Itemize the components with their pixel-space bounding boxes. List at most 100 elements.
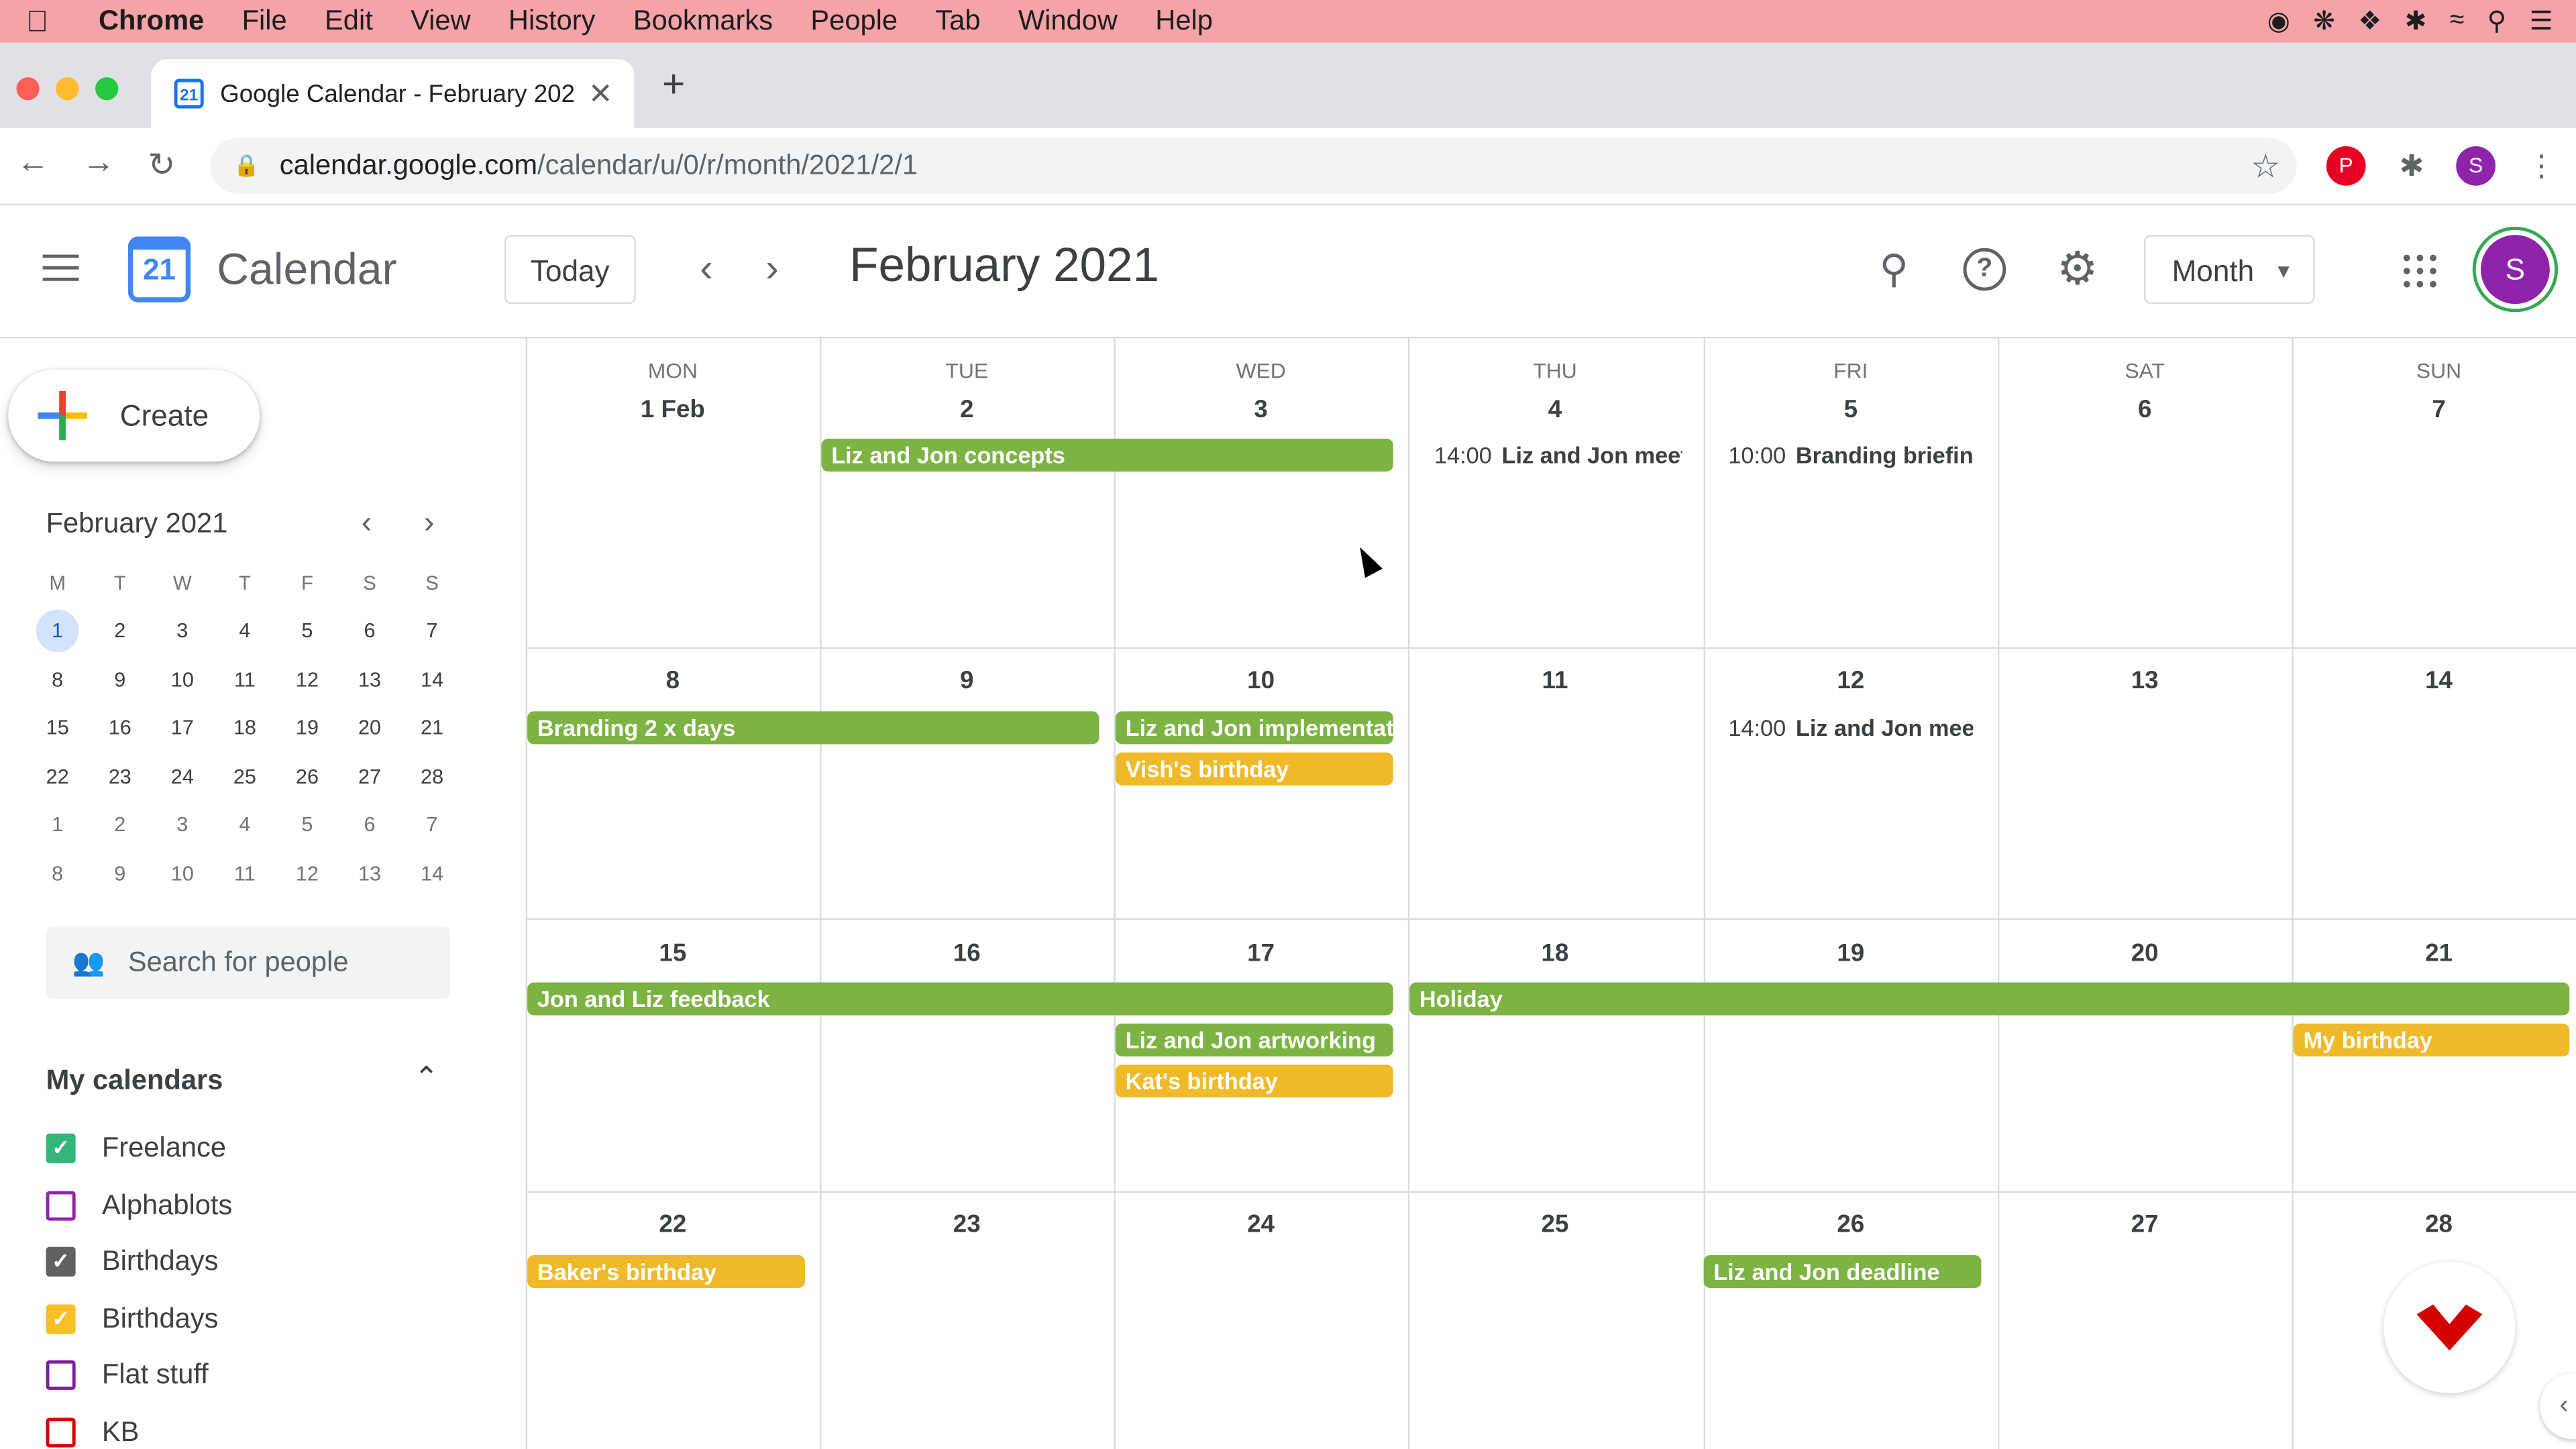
mini-day[interactable]: 10 — [151, 668, 213, 691]
antenna-icon[interactable]: ❋ — [2313, 5, 2335, 38]
mini-day[interactable]: 2 — [89, 620, 151, 643]
day-number[interactable]: 8 — [526, 667, 820, 695]
day-number[interactable]: 22 — [526, 1211, 820, 1239]
pinterest-extension-icon[interactable]: P — [2326, 146, 2366, 186]
search-icon[interactable]: ⚲ — [1880, 246, 1909, 294]
menu-file[interactable]: File — [242, 5, 287, 38]
menu-window[interactable]: Window — [1018, 5, 1118, 38]
day-number[interactable]: 6 — [1998, 396, 2292, 424]
day-number[interactable]: 10 — [1114, 667, 1407, 695]
mini-previous-month-icon[interactable]: ‹ — [362, 506, 372, 542]
event-chip[interactable]: My birthday — [2293, 1023, 2570, 1057]
search-people-input[interactable]: 👥 Search for people — [46, 926, 451, 999]
mini-day[interactable]: 14 — [401, 862, 464, 885]
main-menu-icon[interactable] — [42, 254, 79, 289]
timed-event[interactable]: 10:00 Branding briefing — [1704, 439, 1973, 472]
mini-day[interactable]: 4 — [213, 620, 276, 643]
mini-day[interactable]: 13 — [338, 668, 400, 691]
reload-icon[interactable]: ↻ — [148, 145, 175, 186]
mini-day[interactable]: 7 — [401, 620, 464, 643]
day-number[interactable]: 9 — [820, 667, 1114, 695]
my-calendars-heading[interactable]: My calendars — [46, 1065, 223, 1097]
event-chip[interactable]: Branding 2 x days — [527, 711, 1099, 745]
mini-day[interactable]: 9 — [89, 668, 151, 691]
mini-day[interactable]: 10 — [151, 862, 213, 885]
menu-help[interactable]: Help — [1155, 5, 1213, 38]
dropbox-icon[interactable]: ❖ — [2358, 5, 2381, 38]
event-chip[interactable]: Liz and Jon concepts — [821, 438, 1393, 472]
mini-day[interactable]: 14 — [401, 668, 464, 691]
mini-day[interactable]: 24 — [151, 765, 213, 788]
day-number[interactable]: 14 — [2292, 667, 2576, 695]
checkbox-checked-icon[interactable]: ✓ — [46, 1246, 76, 1277]
day-number[interactable]: 23 — [820, 1211, 1114, 1239]
calendar-item-alphablots[interactable]: Alphablots — [46, 1189, 233, 1222]
day-number[interactable]: 1 Feb — [526, 396, 820, 424]
mini-day[interactable]: 7 — [401, 814, 464, 837]
checkbox-unchecked-icon[interactable] — [46, 1191, 76, 1221]
mini-day[interactable]: 6 — [338, 814, 400, 837]
menu-people[interactable]: People — [810, 5, 898, 38]
mini-day[interactable]: 1 — [26, 814, 89, 837]
event-chip[interactable]: Jon and Liz feedback — [527, 982, 1393, 1016]
mini-day[interactable]: 4 — [213, 814, 276, 837]
mini-day[interactable]: 22 — [26, 765, 89, 788]
mini-day[interactable]: 9 — [89, 862, 151, 885]
day-number[interactable]: 4 — [1408, 396, 1702, 424]
mini-day[interactable]: 26 — [276, 765, 338, 788]
mini-day[interactable]: 25 — [213, 765, 276, 788]
mini-day[interactable]: 18 — [213, 716, 276, 739]
view-selector-dropdown[interactable]: Month ▼ — [2143, 235, 2315, 305]
create-button[interactable]: Create — [8, 370, 260, 462]
next-period-icon[interactable]: › — [765, 246, 779, 292]
mini-day[interactable]: 20 — [338, 716, 400, 739]
help-icon[interactable]: ? — [1963, 248, 2006, 291]
day-number[interactable]: 19 — [1704, 940, 1998, 968]
checkbox-checked-icon[interactable]: ✓ — [46, 1133, 76, 1163]
previous-period-icon[interactable]: ‹ — [700, 246, 713, 292]
menu-edit[interactable]: Edit — [325, 5, 373, 38]
day-number[interactable]: 16 — [820, 940, 1114, 968]
day-number[interactable]: 15 — [526, 940, 820, 968]
browser-profile-avatar[interactable]: S — [2456, 146, 2496, 186]
window-close-button[interactable] — [16, 77, 40, 101]
control-center-icon[interactable]: ☰ — [2530, 5, 2553, 38]
browser-tab-active[interactable]: 21 Google Calendar - February 2021 ✕ — [151, 59, 635, 129]
new-tab-button[interactable]: + — [662, 62, 685, 109]
mini-day[interactable]: 16 — [89, 716, 151, 739]
day-number[interactable]: 25 — [1408, 1211, 1702, 1239]
calendar-item-flat-stuff[interactable]: Flat stuff — [46, 1358, 209, 1391]
bookmark-star-icon[interactable]: ☆ — [2251, 146, 2280, 186]
mini-day[interactable]: 8 — [26, 862, 89, 885]
mini-day[interactable]: 5 — [276, 620, 338, 643]
day-number[interactable]: 24 — [1114, 1211, 1407, 1239]
day-number[interactable]: 17 — [1114, 940, 1407, 968]
mini-day[interactable]: 5 — [276, 814, 338, 837]
tab-close-icon[interactable]: ✕ — [588, 76, 613, 111]
address-bar[interactable]: 🔒 calendar.google.com/calendar/u/0/r/mon… — [210, 138, 2297, 194]
event-chip[interactable]: Vish's birthday — [1115, 752, 1393, 786]
forward-arrow-icon[interactable]: → — [82, 145, 115, 182]
mini-day[interactable]: 15 — [26, 716, 89, 739]
mini-day[interactable]: 17 — [151, 716, 213, 739]
today-button[interactable]: Today — [504, 235, 636, 305]
day-number[interactable]: 26 — [1704, 1211, 1998, 1239]
day-number[interactable]: 3 — [1114, 396, 1407, 424]
day-number[interactable]: 7 — [2292, 396, 2576, 424]
bluetooth-icon[interactable]: ✱ — [2405, 5, 2427, 38]
day-number[interactable]: 27 — [1998, 1211, 2292, 1239]
day-number[interactable]: 2 — [820, 396, 1114, 424]
checkbox-unchecked-icon[interactable] — [46, 1417, 76, 1448]
day-number[interactable]: 5 — [1704, 396, 1998, 424]
mini-day[interactable]: 28 — [401, 765, 464, 788]
google-apps-icon[interactable] — [2403, 254, 2436, 288]
floating-app-button[interactable] — [2383, 1261, 2516, 1393]
account-avatar[interactable]: S — [2480, 235, 2550, 305]
timed-event[interactable]: 14:00 Liz and Jon meeting — [1704, 711, 1973, 744]
menu-tab[interactable]: Tab — [935, 5, 980, 38]
mini-day[interactable]: 12 — [276, 862, 338, 885]
window-zoom-button[interactable] — [95, 77, 119, 101]
day-number[interactable]: 12 — [1704, 667, 1998, 695]
spotlight-search-icon[interactable]: ⚲ — [2487, 5, 2507, 38]
event-chip[interactable]: Holiday — [1409, 982, 2570, 1016]
